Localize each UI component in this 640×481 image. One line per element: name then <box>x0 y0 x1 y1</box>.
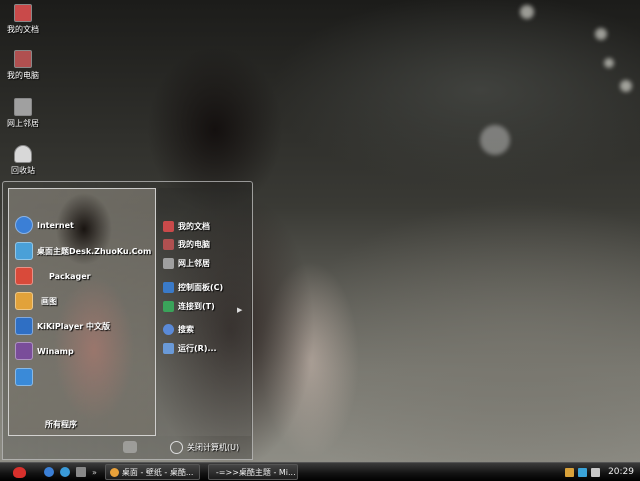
shutdown-button[interactable]: 关闭计算机(U) <box>170 441 239 454</box>
task-label: 桌面 - 壁纸 - 桌酷... <box>121 467 194 477</box>
place-label: 我的文档 <box>178 222 210 231</box>
desktop-icon-my-documents[interactable]: 我的文档 <box>0 4 46 35</box>
tray-display-icon[interactable] <box>578 467 588 477</box>
tray-volume-icon[interactable] <box>591 467 601 477</box>
show-desktop-icon[interactable] <box>76 467 86 477</box>
start-menu: Internet 桌面主题Desk.ZhuoKu.Com Packager 画图… <box>2 181 253 460</box>
player-icon <box>15 317 33 335</box>
desktop-icon-label: 我的电脑 <box>7 71 39 80</box>
internet-explorer-icon <box>15 216 33 234</box>
ie-icon[interactable] <box>44 467 54 477</box>
place-my-computer[interactable]: 我的电脑 <box>163 237 210 252</box>
place-network[interactable]: 网上邻居 <box>163 256 210 271</box>
program-label: KiKiPlayer 中文版 <box>37 321 111 331</box>
task-label: -=>>桌酷主题 - Mi... <box>215 467 296 477</box>
taskbar: » 桌面 - 壁纸 - 桌酷... -=>>桌酷主题 - Mi... 20:29 <box>0 462 640 481</box>
place-label: 连接到(T) <box>178 302 215 311</box>
program-internet[interactable]: Internet <box>15 215 74 235</box>
place-label: 网上邻居 <box>178 259 210 268</box>
recycle-bin-icon <box>14 145 32 163</box>
wallpaper-light <box>604 58 614 68</box>
power-icon <box>170 441 183 454</box>
place-my-documents[interactable]: 我的文档 <box>163 219 210 234</box>
desktop-icon-label: 网上邻居 <box>7 119 39 128</box>
program-label: Internet <box>37 220 74 230</box>
search-icon <box>163 324 174 335</box>
start-button[interactable] <box>0 463 38 481</box>
quick-launch-chevron-icon[interactable]: » <box>92 468 97 477</box>
paint-icon <box>15 292 33 310</box>
connect-to-icon <box>163 301 174 312</box>
program-paint[interactable]: 画图 <box>15 291 57 311</box>
place-run[interactable]: 运行(R)... <box>163 341 217 356</box>
program-theme[interactable]: 桌面主题Desk.ZhuoKu.Com <box>15 241 151 261</box>
desktop-icon-label: 我的文档 <box>7 25 39 34</box>
control-panel-icon <box>163 282 174 293</box>
place-label: 控制面板(C) <box>178 283 224 292</box>
log-off-icon[interactable] <box>123 441 137 453</box>
program-winamp[interactable]: Winamp <box>15 341 74 361</box>
wallpaper-light <box>595 28 607 40</box>
browser-icon <box>109 467 119 477</box>
program-app[interactable] <box>15 367 37 387</box>
all-programs-button[interactable]: 所有程序 <box>45 419 77 430</box>
winamp-icon <box>15 342 33 360</box>
my-documents-icon <box>163 221 174 232</box>
desktop-icon-my-computer[interactable]: 我的电脑 <box>0 50 46 81</box>
start-menu-footer: 关闭计算机(U) <box>3 436 252 459</box>
place-search[interactable]: 搜索 <box>163 322 194 337</box>
app-icon <box>15 368 33 386</box>
shutdown-label: 关闭计算机(U) <box>187 443 240 452</box>
wallpaper-light <box>480 125 510 155</box>
network-places-icon <box>14 98 32 116</box>
program-player[interactable]: KiKiPlayer 中文版 <box>15 316 110 336</box>
desktop-icon-network[interactable]: 网上邻居 <box>0 98 46 129</box>
program-label: Winamp <box>37 346 74 356</box>
desktop-icon-recycle-bin[interactable]: 回收站 <box>0 145 46 176</box>
my-documents-icon <box>14 4 32 22</box>
heart-start-icon <box>12 466 26 478</box>
program-label: 画图 <box>41 296 57 306</box>
my-computer-icon <box>14 50 32 68</box>
place-label: 我的电脑 <box>178 240 210 249</box>
my-computer-icon <box>163 239 174 250</box>
system-tray: 20:29 <box>561 463 640 481</box>
place-label: 搜索 <box>178 325 194 334</box>
place-label: 运行(R)... <box>178 344 217 353</box>
submenu-arrow-icon: ▶ <box>237 306 243 314</box>
media-icon[interactable] <box>60 467 70 477</box>
packager-icon <box>15 267 33 285</box>
wallpaper-light <box>620 80 632 92</box>
clock[interactable]: 20:29 <box>608 467 634 477</box>
program-packager[interactable]: Packager <box>15 266 91 286</box>
taskbar-button-document[interactable]: -=>>桌酷主题 - Mi... <box>207 464 298 480</box>
tray-network-icon[interactable] <box>565 467 575 477</box>
wallpaper-light <box>520 5 534 19</box>
place-connect-to[interactable]: 连接到(T) <box>163 299 215 314</box>
theme-icon <box>15 242 33 260</box>
desktop-icon-label: 回收站 <box>11 166 35 175</box>
network-places-icon <box>163 258 174 269</box>
program-label: Packager <box>49 271 91 281</box>
program-label: 桌面主题Desk.ZhuoKu.Com <box>37 246 152 256</box>
run-icon <box>163 343 174 354</box>
place-control-panel[interactable]: 控制面板(C) <box>163 280 223 295</box>
taskbar-button-browser[interactable]: 桌面 - 壁纸 - 桌酷... <box>104 464 200 480</box>
